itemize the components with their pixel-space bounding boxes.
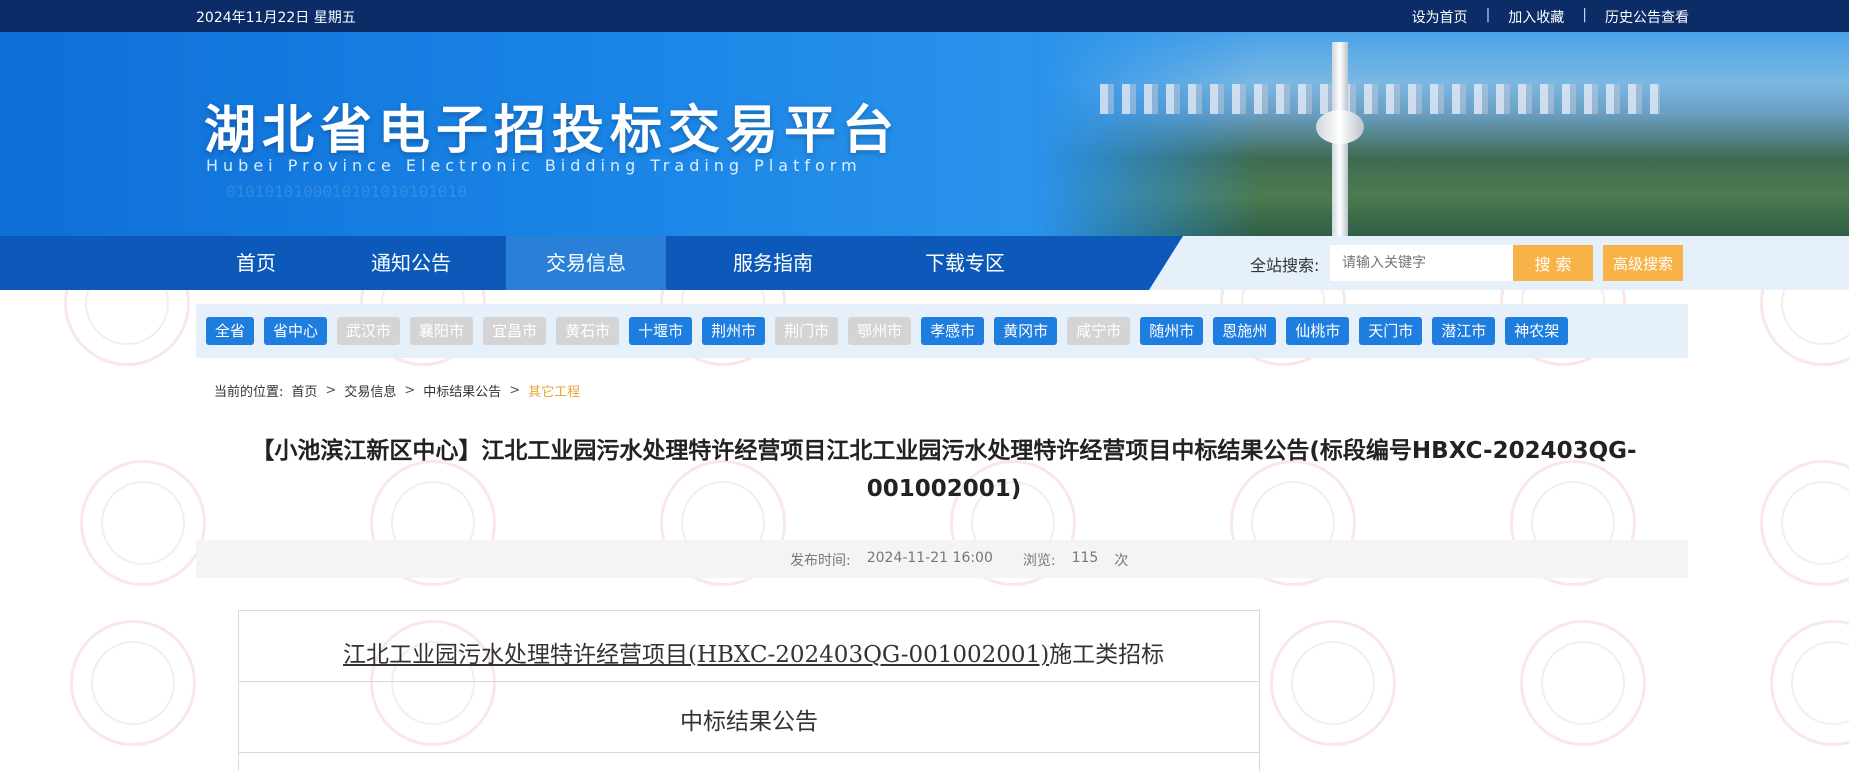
article-meta: 发布时间: 2024-11-21 16:00 浏览: 115 次 [196, 540, 1688, 578]
views-label: 浏览: [1022, 553, 1056, 569]
city-tower-image [1040, 32, 1849, 236]
skyline-shape [1100, 84, 1660, 114]
history-notices-link[interactable]: 历史公告查看 [1605, 7, 1689, 27]
breadcrumb-chevron-icon: > [325, 383, 337, 398]
region-tab: 咸宁市 [1067, 317, 1131, 345]
top-link-separator: | [1582, 7, 1587, 23]
region-tab: 襄阳市 [410, 317, 474, 345]
watermark-seal-icon [80, 460, 206, 586]
region-tab: 鄂州市 [848, 317, 912, 345]
document-row: 江北工业园污水处理特许经营项目(HBXC-202403QG-001002001)… [239, 611, 1259, 682]
search-label: 全站搜索: [1250, 256, 1320, 275]
region-tab[interactable]: 黄冈市 [994, 317, 1058, 345]
views-unit: 次 [1114, 553, 1129, 569]
region-tab[interactable]: 荆州市 [702, 317, 766, 345]
current-date: 2024年11月22日 星期五 [196, 10, 356, 26]
top-link-separator: | [1485, 7, 1491, 23]
document-row: 中标结果公告 [239, 682, 1259, 753]
nav-items: 首页 通知公告 交易信息 服务指南 下载专区 [196, 236, 1050, 290]
region-tab: 武汉市 [337, 317, 401, 345]
region-tab: 黄石市 [556, 317, 620, 345]
document-project-type: 施工类招标 [1049, 642, 1165, 668]
publish-label: 发布时间: [790, 553, 851, 569]
region-tab[interactable]: 恩施州 [1213, 317, 1277, 345]
document-project-name: 江北工业园污水处理特许经营项目(HBXC-202403QG-001002001) [343, 642, 1050, 668]
breadcrumb-trade-info[interactable]: 交易信息 [344, 381, 396, 400]
set-homepage-link[interactable]: 设为首页 [1412, 7, 1468, 27]
publish-time: 2024-11-21 16:00 [866, 550, 993, 566]
search-button[interactable]: 搜 索 [1513, 245, 1593, 281]
breadcrumb-home[interactable]: 首页 [291, 381, 317, 400]
region-tab[interactable]: 十堰市 [629, 317, 693, 345]
top-links: 设为首页 | 加入收藏 | 历史公告查看 [1412, 7, 1689, 27]
region-tab: 宜昌市 [483, 317, 547, 345]
tower-head-shape [1316, 110, 1364, 144]
header-banner: 0101010100010101010101010 01010101000101… [0, 32, 1849, 236]
watermark-seal-icon [1760, 460, 1849, 586]
breadcrumb-label: 当前的位置: [214, 385, 284, 400]
nav-notices[interactable]: 通知公告 [316, 236, 506, 290]
document-table: 江北工业园污水处理特许经营项目(HBXC-202403QG-001002001)… [238, 610, 1260, 771]
region-tab[interactable]: 孝感市 [921, 317, 985, 345]
watermark-seal-icon [1520, 620, 1646, 746]
breadcrumb: 当前的位置: 首页 > 交易信息 > 中标结果公告 > 其它工程 [214, 381, 580, 400]
region-tab[interactable]: 随州市 [1140, 317, 1204, 345]
site-title: 湖北省电子招投标交易平台 [204, 101, 901, 161]
advanced-search-button[interactable]: 高级搜索 [1603, 245, 1683, 281]
region-tabs: 全省 省中心 武汉市 襄阳市 宜昌市 黄石市 十堰市 荆州市 荆门市 鄂州市 孝感市 黄冈市 咸宁市 随州… [206, 317, 1569, 345]
region-tab[interactable]: 潜江市 [1432, 317, 1496, 345]
region-tab: 荆门市 [775, 317, 839, 345]
views-count: 115 [1071, 550, 1099, 566]
site-subtitle: Hubei Province Electronic Bidding Tradin… [206, 156, 862, 175]
article-title: 【小池滨江新区中心】江北工业园污水处理特许经营项目江北工业园污水处理特许经营项目… [251, 438, 1637, 502]
region-filter-bar: 全省 省中心 武汉市 襄阳市 宜昌市 黄石市 十堰市 荆州市 荆门市 鄂州市 孝感市 黄冈市 咸宁市 随州… [196, 304, 1688, 358]
nav-home[interactable]: 首页 [196, 236, 316, 290]
breadcrumb-chevron-icon: > [404, 383, 416, 398]
watermark-seal-icon [70, 620, 196, 746]
watermark-seal-icon [1770, 620, 1849, 746]
breadcrumb-chevron-icon: > [509, 383, 521, 398]
document-project-line: 江北工业园污水处理特许经营项目(HBXC-202403QG-001002001)… [343, 635, 1164, 669]
region-tab[interactable]: 神农架 [1505, 317, 1569, 345]
watermark-seal-icon [1270, 620, 1396, 746]
breadcrumb-award-notices[interactable]: 中标结果公告 [423, 381, 501, 400]
add-favorite-link[interactable]: 加入收藏 [1508, 7, 1564, 27]
region-tab[interactable]: 天门市 [1359, 317, 1423, 345]
nav-downloads[interactable]: 下载专区 [880, 236, 1050, 290]
nav-service-guide[interactable]: 服务指南 [666, 236, 880, 290]
breadcrumb-current[interactable]: 其它工程 [528, 381, 580, 400]
document-heading: 中标结果公告 [680, 709, 818, 735]
region-tab[interactable]: 仙桃市 [1286, 317, 1350, 345]
top-bar: 2024年11月22日 星期五 设为首页 | 加入收藏 | 历史公告查看 [0, 0, 1849, 32]
search-input[interactable] [1330, 245, 1534, 281]
region-tab[interactable]: 省中心 [264, 317, 328, 345]
binary-decoration: 0101010100010101010101010 [226, 182, 467, 201]
nav-trade-info[interactable]: 交易信息 [506, 236, 666, 290]
region-tab[interactable]: 全省 [206, 317, 255, 345]
